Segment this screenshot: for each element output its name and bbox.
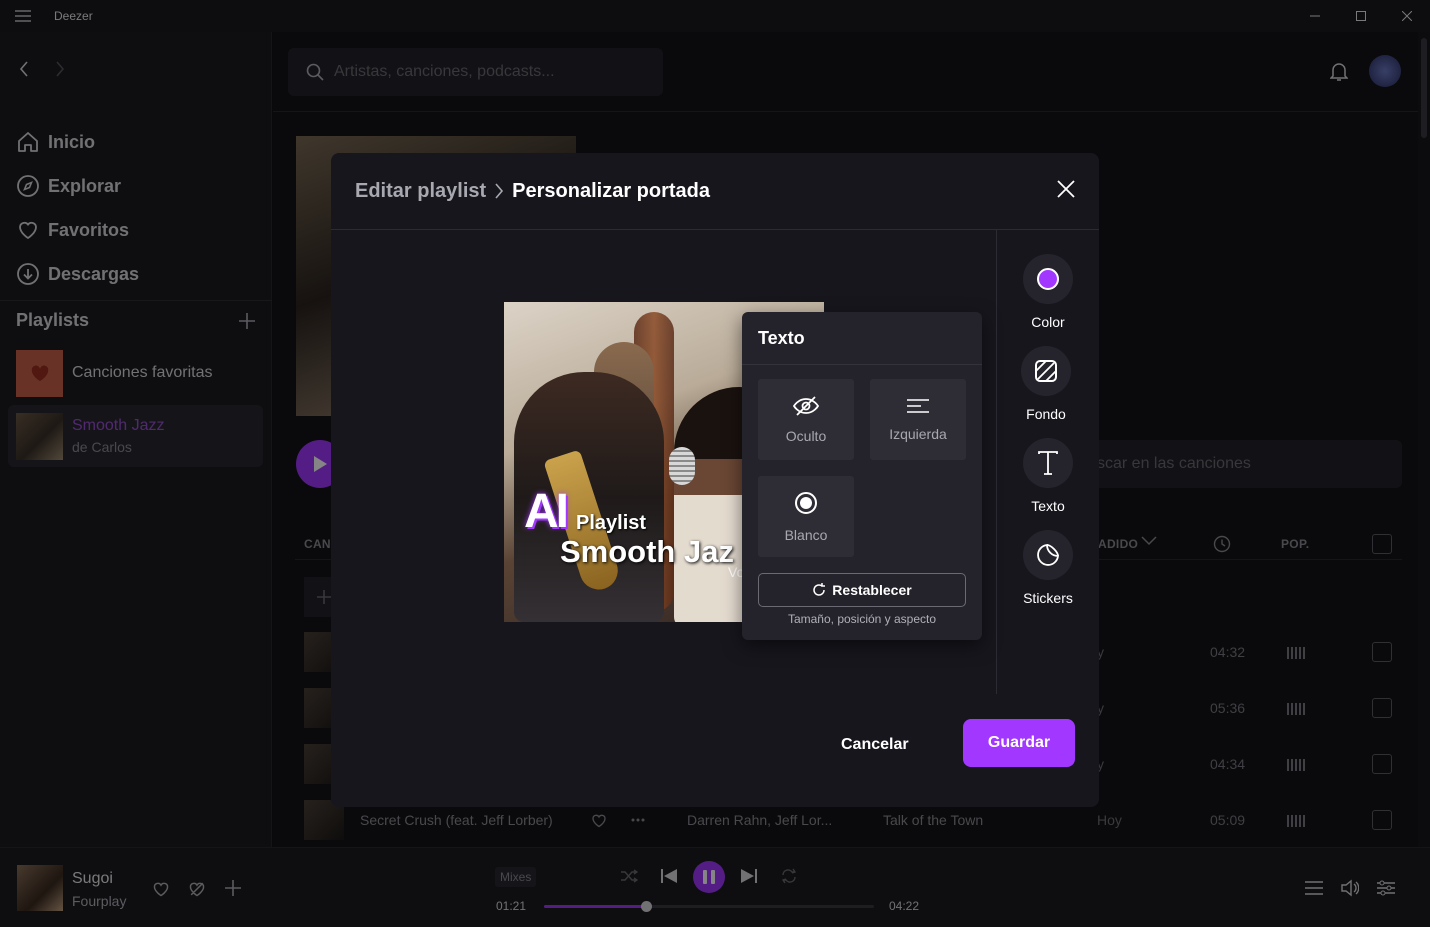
tool-label: Texto [1031,498,1065,514]
text-panel-divider [742,364,982,365]
tool-color[interactable]: Color [998,254,1098,330]
reset-button[interactable]: Restablecer [758,573,966,607]
customize-cover-dialog: Editar playlist Personalizar portada AI … [331,153,1099,807]
text-option-izquierda[interactable]: Izquierda [870,379,966,460]
text-panel-title: Texto [758,328,805,348]
close-dialog-icon[interactable] [1057,180,1075,198]
text-option-blanco[interactable]: Blanco [758,476,854,557]
tool-fondo[interactable]: Fondo [996,346,1096,422]
cancel-button[interactable]: Cancelar [841,736,909,754]
option-label: Blanco [784,526,828,543]
sticker-icon [1023,530,1073,580]
radio-selected-icon [794,491,818,515]
reset-hint: Tamaño, posición y aspecto [787,612,937,626]
reset-icon [812,583,826,597]
align-left-icon [906,398,930,414]
text-option-oculto[interactable]: Oculto [758,379,854,460]
save-button[interactable]: Guardar [963,719,1075,767]
breadcrumb-current: Personalizar portada [512,179,710,202]
tool-texto[interactable]: Texto [998,438,1098,514]
option-label: Oculto [785,427,827,444]
dialog-footer: Cancelar Guardar [331,694,1099,807]
tool-label: Color [1031,314,1065,330]
eye-off-icon [793,395,819,416]
tool-label: Stickers [1023,590,1073,606]
dialog-header: Editar playlist Personalizar portada [331,153,1099,230]
breadcrumb-parent[interactable]: Editar playlist [355,180,486,203]
reset-label: Restablecer [832,582,912,598]
color-dot-icon [1023,254,1073,304]
cover-text-ai[interactable]: AI [524,488,569,536]
background-pattern-icon [1021,346,1071,396]
tool-stickers[interactable]: Stickers [998,530,1098,606]
cover-text-playlist[interactable]: Playlist [576,512,646,535]
tool-label: Fondo [1026,406,1066,422]
option-label: Izquierda [889,425,947,442]
cover-editor-canvas: AI Playlist Smooth Jaz Vo Texto Oculto I… [331,230,997,694]
text-options-panel: Texto Oculto Izquierda Blanco Restablece… [742,312,982,640]
cover-microphone [669,447,695,485]
text-icon [1023,438,1073,488]
cover-text-title[interactable]: Smooth Jaz [560,534,734,570]
breadcrumb-chevron-icon [494,183,504,199]
